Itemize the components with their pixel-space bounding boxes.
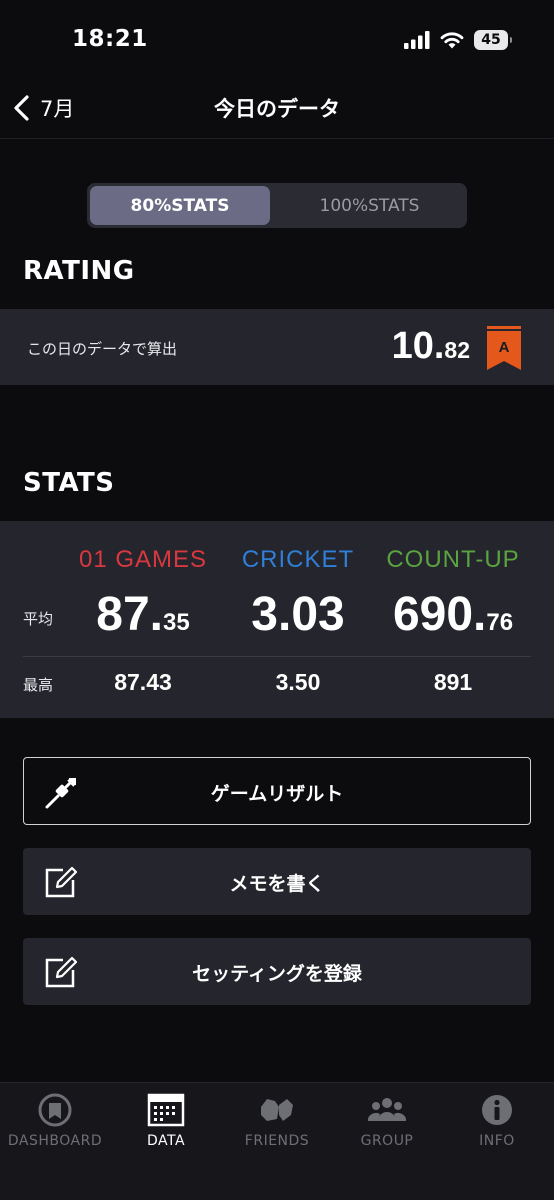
tab-friends[interactable]: FRIENDS bbox=[222, 1093, 332, 1163]
game-result-label: ゲームリザルト bbox=[210, 783, 344, 805]
max-count-up: 891 bbox=[433, 669, 473, 695]
stat-head-01-games: 01 GAMES bbox=[78, 546, 208, 573]
rating-heading: RATING bbox=[23, 256, 135, 286]
info-icon bbox=[482, 1095, 512, 1125]
status-time: 18:21 bbox=[72, 26, 148, 52]
stats-heading: STATS bbox=[23, 468, 115, 498]
stats-divider bbox=[23, 656, 531, 657]
status-bar: 18:21 45 bbox=[0, 0, 554, 80]
page-title: 今日のデータ bbox=[214, 97, 340, 121]
stats-panel: 01 GAMES CRICKET COUNT-UP 平均 87.35 3.03 … bbox=[0, 521, 554, 718]
status-icons: 45 bbox=[404, 30, 512, 50]
rating-value: 10. 82 bbox=[392, 325, 470, 368]
tab-group[interactable]: GROUP bbox=[332, 1093, 442, 1163]
rating-value-int: 10. bbox=[391, 325, 445, 367]
avg-cricket: 3.03 bbox=[251, 588, 345, 641]
battery-icon: 45 bbox=[474, 30, 512, 50]
stats-mode-segmented-control: 80%STATS 100%STATS bbox=[87, 183, 467, 228]
stat-head-cricket: CRICKET bbox=[241, 546, 355, 573]
nav-bar: 7月 今日のデータ bbox=[0, 80, 554, 139]
max-cricket: 3.50 bbox=[275, 669, 321, 695]
tab-bar: DASHBOARD DATA FRIENDS GROUP INFO bbox=[0, 1082, 554, 1200]
stat-head-count-up: COUNT-UP bbox=[386, 546, 520, 573]
tab-dashboard[interactable]: DASHBOARD bbox=[0, 1093, 110, 1163]
max-01-games: 87.43 bbox=[114, 669, 172, 695]
segment-80-stats[interactable]: 80%STATS bbox=[90, 186, 270, 225]
rating-label: この日のデータで算出 bbox=[27, 340, 178, 358]
segment-100-stats[interactable]: 100%STATS bbox=[277, 186, 462, 225]
calendar-icon bbox=[147, 1093, 185, 1127]
tab-friends-label: FRIENDS bbox=[244, 1133, 310, 1149]
write-memo-button[interactable]: メモを書く bbox=[23, 848, 531, 915]
rank-letter: A bbox=[499, 339, 510, 356]
dashboard-icon bbox=[38, 1093, 72, 1127]
avg-row-label: 平均 bbox=[23, 610, 54, 628]
tab-info-label: INFO bbox=[479, 1133, 515, 1149]
rating-value-dec: 82 bbox=[444, 337, 470, 363]
game-result-button[interactable]: ゲームリザルト bbox=[23, 757, 531, 825]
tab-data[interactable]: DATA bbox=[111, 1093, 221, 1163]
rating-row: この日のデータで算出 10. 82 A bbox=[0, 309, 554, 385]
rank-badge-icon: A bbox=[487, 326, 521, 370]
write-memo-label: メモを書く bbox=[229, 873, 325, 895]
max-row-label: 最高 bbox=[23, 676, 54, 694]
tab-dashboard-label: DASHBOARD bbox=[7, 1133, 103, 1149]
tab-info[interactable]: INFO bbox=[442, 1093, 552, 1163]
register-setting-button[interactable]: セッティングを登録 bbox=[23, 938, 531, 1005]
screen: 18:21 45 7月 今日のデータ 80%STATS 100%STATS RA… bbox=[0, 0, 554, 1200]
tab-group-label: GROUP bbox=[360, 1133, 414, 1149]
wifi-icon bbox=[440, 32, 464, 49]
group-icon bbox=[367, 1098, 407, 1121]
avg-01-games: 87.35 bbox=[96, 588, 190, 641]
tab-data-label: DATA bbox=[146, 1133, 186, 1149]
register-setting-label: セッティングを登録 bbox=[192, 963, 362, 985]
avg-count-up: 690.76 bbox=[392, 588, 514, 641]
friends-icon bbox=[261, 1099, 293, 1121]
cellular-signal-icon bbox=[404, 31, 430, 49]
